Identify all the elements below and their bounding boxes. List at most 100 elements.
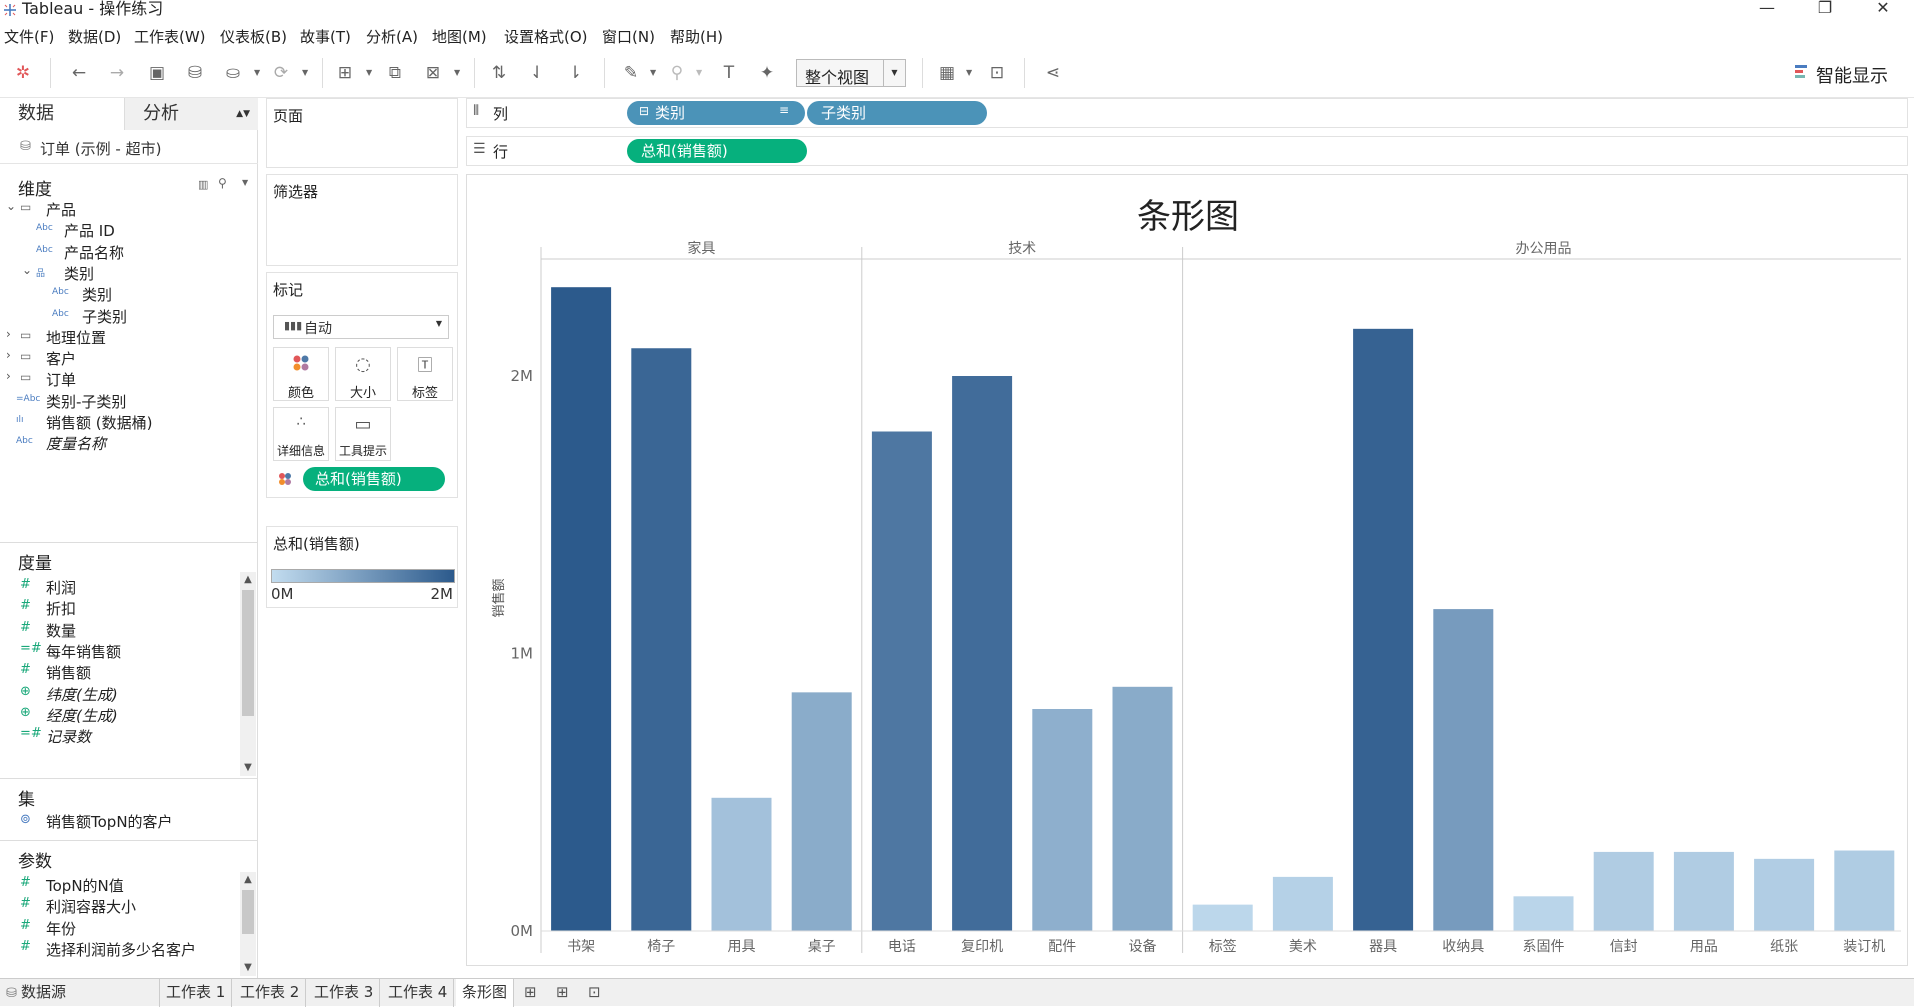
chevron-down-icon[interactable]: ▼ [883, 60, 905, 86]
menu-worksheet[interactable]: 工作表(W) [134, 26, 206, 47]
new-story-icon[interactable]: ⊡ [588, 983, 601, 1001]
bar[interactable] [1032, 709, 1093, 931]
bar[interactable] [711, 797, 772, 931]
chevron-down-icon[interactable]: ▼ [966, 62, 972, 84]
swap-rows-columns-icon[interactable]: ⇅ [488, 62, 510, 84]
menu-file[interactable]: 文件(F) [4, 26, 54, 47]
bar[interactable] [551, 287, 612, 931]
bar[interactable] [1513, 896, 1574, 931]
new-dashboard-icon[interactable]: ⊞ [556, 983, 569, 1001]
chart-view[interactable]: 条形图 0M 1M 2M 销售额 家具 书架 椅子 用具 桌子 技术 电话 复印机 配件 设备 办公用品 标签… [466, 174, 1908, 966]
presentation-mode-icon[interactable]: ⊡ [986, 62, 1008, 84]
parameters-scrollbar[interactable]: ▲ ▼ [240, 872, 256, 976]
bar[interactable] [631, 348, 692, 931]
new-datasource-icon[interactable]: ⛁ [184, 62, 206, 84]
chevron-down-icon[interactable]: ⌄ [6, 199, 16, 213]
chevron-down-icon[interactable]: ▲▼ [236, 98, 250, 130]
chevron-right-icon[interactable]: › [6, 369, 11, 383]
menu-window[interactable]: 窗口(N) [602, 26, 655, 47]
sheet-tab-1[interactable]: 工作表 1 [160, 979, 233, 1007]
sheet-tab-2[interactable]: 工作表 2 [234, 979, 307, 1007]
clear-sheet-icon[interactable]: ⊠ [422, 62, 444, 84]
sort-ascending-icon[interactable]: ⇃ [526, 62, 548, 84]
chevron-right-icon[interactable]: › [6, 348, 11, 362]
menu-help[interactable]: 帮助(H) [670, 26, 723, 47]
chevron-down-icon[interactable]: ⌄ [22, 263, 32, 277]
minimize-button[interactable]: — [1744, 0, 1790, 22]
bar[interactable] [1754, 858, 1815, 931]
show-mark-labels-icon[interactable]: T [718, 62, 740, 84]
scroll-thumb[interactable] [242, 590, 254, 716]
sales-sum-pill[interactable]: 总和(销售额) [627, 139, 807, 163]
parameter-field[interactable]: # 选择利润前多少名客户 [0, 936, 240, 962]
bar[interactable] [791, 692, 852, 931]
measure-field[interactable]: =# 记录数 [0, 723, 240, 749]
chevron-down-icon[interactable]: ▼ [454, 62, 460, 84]
bar[interactable] [1593, 851, 1654, 931]
pages-card[interactable]: 页面 [266, 98, 458, 168]
share-icon[interactable]: ⋖ [1042, 62, 1064, 84]
redo-icon[interactable]: → [106, 62, 128, 84]
close-button[interactable]: ✕ [1860, 0, 1906, 22]
bar[interactable] [952, 376, 1013, 931]
tableau-home-icon[interactable]: ✲ [12, 62, 34, 84]
tab-data[interactable]: 数据 [0, 98, 124, 130]
fix-axes-icon[interactable]: ✦ [756, 62, 778, 84]
tab-analysis[interactable]: 分析 ▲▼ [124, 98, 258, 130]
scroll-down-icon[interactable]: ▼ [240, 760, 256, 776]
filters-card[interactable]: 筛选器 [266, 174, 458, 266]
datasource-tab[interactable]: ⛁ 数据源 [0, 979, 160, 1007]
chevron-down-icon[interactable]: ▼ [696, 62, 702, 84]
refresh-icon[interactable]: ⟳ [270, 62, 292, 84]
sheet-tab-3[interactable]: 工作表 3 [308, 979, 381, 1007]
save-icon[interactable]: ▣ [146, 62, 168, 84]
color-button[interactable]: 颜色 [273, 347, 329, 401]
restore-button[interactable]: ❐ [1802, 0, 1848, 22]
bar[interactable] [1272, 876, 1333, 931]
menu-map[interactable]: 地图(M) [432, 26, 487, 47]
scroll-up-icon[interactable]: ▲ [240, 572, 256, 588]
mark-type-select[interactable]: ▮▮▮ 自动 ▼ [273, 315, 449, 339]
bar[interactable] [1192, 904, 1253, 931]
columns-shelf[interactable]: ⦀ 列 类别 ⊟ ≡ 子类别 [466, 98, 1908, 128]
bar[interactable] [1834, 850, 1895, 931]
search-icon[interactable]: ⚲ [218, 176, 227, 190]
measures-scrollbar[interactable]: ▲ ▼ [240, 572, 256, 776]
show-cards-icon[interactable]: ▦ [936, 62, 958, 84]
menu-data[interactable]: 数据(D) [68, 26, 121, 47]
subcategory-pill[interactable]: 子类别 [807, 101, 987, 125]
dimension-field[interactable]: Abc 度量名称 [0, 430, 240, 456]
chevron-down-icon[interactable]: ▼ [366, 62, 372, 84]
menu-analysis[interactable]: 分析(A) [366, 26, 418, 47]
sheet-tab-bar-chart[interactable]: 条形图 [456, 979, 515, 1007]
tooltip-button[interactable]: ▭ 工具提示 [335, 407, 391, 461]
new-worksheet-icon[interactable]: ⊞ [334, 62, 356, 84]
menu-format[interactable]: 设置格式(O) [504, 26, 588, 47]
chevron-down-icon[interactable]: ▼ [242, 178, 248, 187]
chevron-down-icon[interactable]: ▼ [650, 62, 656, 84]
datasource-item[interactable]: ⛁ 订单 (示例 - 超市) [0, 130, 258, 164]
group-members-icon[interactable]: ⚲ [666, 62, 688, 84]
new-worksheet-icon[interactable]: ⊞ [524, 983, 537, 1001]
bar[interactable] [1433, 609, 1494, 931]
menu-dashboard[interactable]: 仪表板(B) [220, 26, 287, 47]
sort-icon[interactable]: ≡ [779, 103, 789, 117]
highlight-icon[interactable]: ✎ [620, 62, 642, 84]
collapse-icon[interactable]: ⊟ [639, 104, 649, 118]
sort-descending-icon[interactable]: ⇂ [564, 62, 586, 84]
scroll-up-icon[interactable]: ▲ [240, 872, 256, 888]
label-button[interactable]: 🅃 标签 [397, 347, 453, 401]
bar[interactable] [1112, 686, 1173, 931]
view-fit-select[interactable]: 整个视图 ▼ [796, 59, 906, 87]
bar[interactable] [1353, 328, 1414, 931]
bar[interactable] [1673, 851, 1734, 931]
bar[interactable] [871, 431, 932, 932]
menu-story[interactable]: 故事(T) [300, 26, 351, 47]
chevron-down-icon[interactable]: ▼ [254, 62, 260, 84]
duplicate-sheet-icon[interactable]: ⧉ [384, 62, 406, 84]
sheet-tab-4[interactable]: 工作表 4 [382, 979, 455, 1007]
size-button[interactable]: ◌ 大小 [335, 347, 391, 401]
set-item[interactable]: ⊚ 销售额TopN的客户 [0, 808, 240, 834]
view-toggle-icon[interactable]: ▥ [198, 178, 208, 191]
scroll-down-icon[interactable]: ▼ [240, 960, 256, 976]
